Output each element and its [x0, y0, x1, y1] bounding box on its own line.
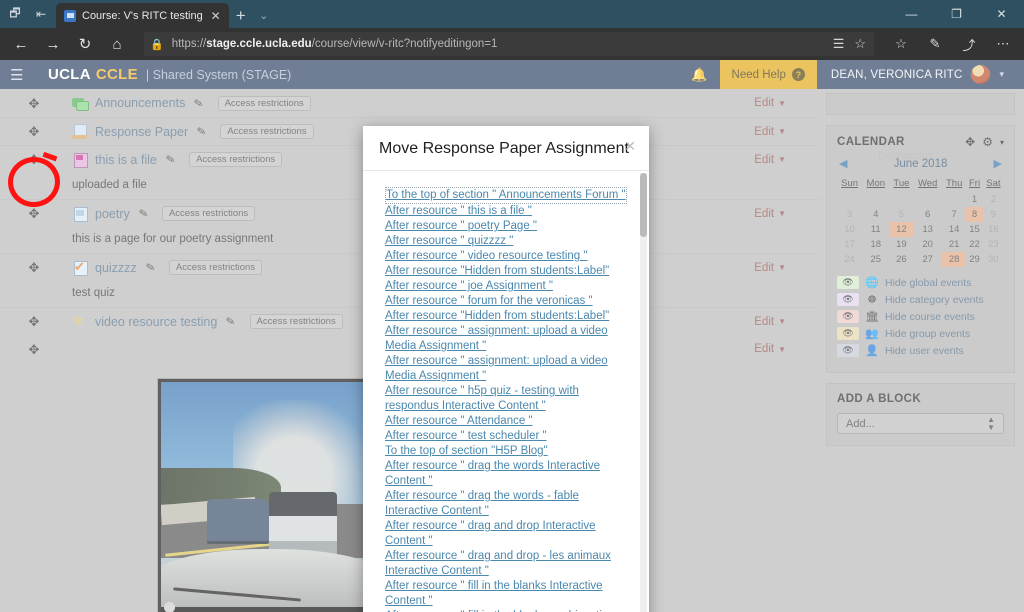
reading-view-icon[interactable]: ☰: [833, 36, 845, 52]
restore-icon[interactable]: 🗗: [6, 5, 24, 23]
dialog-header: Move Response Paper Assignment ✕: [363, 126, 649, 171]
move-target-link[interactable]: After resource " fill in the blanks Inte…: [385, 579, 635, 609]
move-target-link[interactable]: After resource " drag the words - fable …: [385, 489, 635, 519]
browser-window: 🗗 ⇤ Course: V's RITC testing ✕ + ⌄ — ❐ ✕…: [0, 0, 1024, 612]
back-icon[interactable]: ←: [6, 30, 36, 58]
tab-favicon: [64, 9, 76, 22]
move-target-link[interactable]: To the top of section "H5P Blog": [385, 444, 635, 459]
move-target-list: To the top of section " Announcements Fo…: [385, 185, 635, 612]
move-target-link[interactable]: After resource "Hidden from students:Lab…: [385, 264, 635, 279]
new-tab-button[interactable]: +: [229, 3, 253, 28]
share-icon[interactable]: ⤴: [954, 30, 984, 58]
maximize-button[interactable]: ❐: [934, 0, 979, 28]
window-controls: — ❐ ✕: [889, 0, 1024, 28]
move-target-link[interactable]: After resource " Attendance ": [385, 414, 635, 429]
move-target-link[interactable]: After resource " forum for the veronicas…: [385, 294, 635, 309]
move-target-link[interactable]: To the top of section " Announcements Fo…: [385, 187, 627, 204]
favorites-hub-icon[interactable]: ☆: [886, 30, 916, 58]
forward-icon[interactable]: →: [38, 30, 68, 58]
move-target-link[interactable]: After resource "Hidden from students:Lab…: [385, 309, 635, 324]
dialog-title: Move Response Paper Assignment: [379, 140, 629, 157]
browser-titlebar: 🗗 ⇤ Course: V's RITC testing ✕ + ⌄ — ❐ ✕: [0, 0, 1024, 28]
dialog-scrollbar-thumb[interactable]: [640, 173, 647, 237]
chevron-down-icon[interactable]: ⌄: [253, 3, 275, 28]
more-options-icon[interactable]: ⋯: [988, 30, 1018, 58]
toolbar-right-icons: ☆ ✎ ⤴ ⋯: [882, 30, 1018, 58]
move-target-link[interactable]: After resource " this is a file ": [385, 204, 635, 219]
close-icon[interactable]: ✕: [624, 138, 636, 155]
home-icon[interactable]: ⌂: [102, 30, 132, 58]
move-target-link[interactable]: After resource " joe Assignment ": [385, 279, 635, 294]
web-notes-icon[interactable]: ✎: [920, 30, 950, 58]
tab-close-icon[interactable]: ✕: [209, 9, 223, 23]
move-target-link[interactable]: After resource " assignment: upload a vi…: [385, 324, 635, 354]
url-text: https://stage.ccle.ucla.edu/course/view/…: [171, 38, 498, 50]
browser-tab[interactable]: Course: V's RITC testing ✕: [56, 3, 229, 28]
move-target-link[interactable]: After resource " assignment: upload a vi…: [385, 354, 635, 384]
move-resource-dialog: Move Response Paper Assignment ✕ To the …: [363, 126, 649, 612]
collapse-icon[interactable]: ⇤: [32, 5, 50, 23]
move-target-link[interactable]: After resource " h5p quiz - testing with…: [385, 384, 635, 414]
dialog-body[interactable]: To the top of section " Announcements Fo…: [363, 171, 649, 612]
close-window-button[interactable]: ✕: [979, 0, 1024, 28]
move-target-link[interactable]: After resource " video resource testing …: [385, 249, 635, 264]
refresh-icon[interactable]: ↻: [70, 30, 100, 58]
browser-toolbar: ← → ↻ ⌂ 🔒 https://stage.ccle.ucla.edu/co…: [0, 28, 1024, 60]
address-bar[interactable]: 🔒 https://stage.ccle.ucla.edu/course/vie…: [144, 32, 874, 56]
move-target-link[interactable]: After resource " drag and drop Interacti…: [385, 519, 635, 549]
move-target-link[interactable]: After resource " drag and drop - les ani…: [385, 549, 635, 579]
lock-icon: 🔒: [150, 38, 164, 51]
move-target-link[interactable]: After resource " quizzzz ": [385, 234, 635, 249]
address-bar-icons: ☰ ☆: [833, 36, 868, 52]
tab-title: Course: V's RITC testing: [82, 9, 203, 22]
move-target-link[interactable]: After resource " test scheduler ": [385, 429, 635, 444]
page-viewport: ☰ UCLA CCLE | Shared System (STAGE) 🔔 Ne…: [0, 60, 1024, 612]
minimize-button[interactable]: —: [889, 0, 934, 28]
move-target-link[interactable]: After resource " drag the words Interact…: [385, 459, 635, 489]
move-target-link[interactable]: After resource " poetry Page ": [385, 219, 635, 234]
favorite-star-icon[interactable]: ☆: [854, 36, 866, 52]
dialog-scrollbar-track[interactable]: [640, 173, 647, 612]
titlebar-left-icons: 🗗 ⇤: [0, 0, 54, 28]
